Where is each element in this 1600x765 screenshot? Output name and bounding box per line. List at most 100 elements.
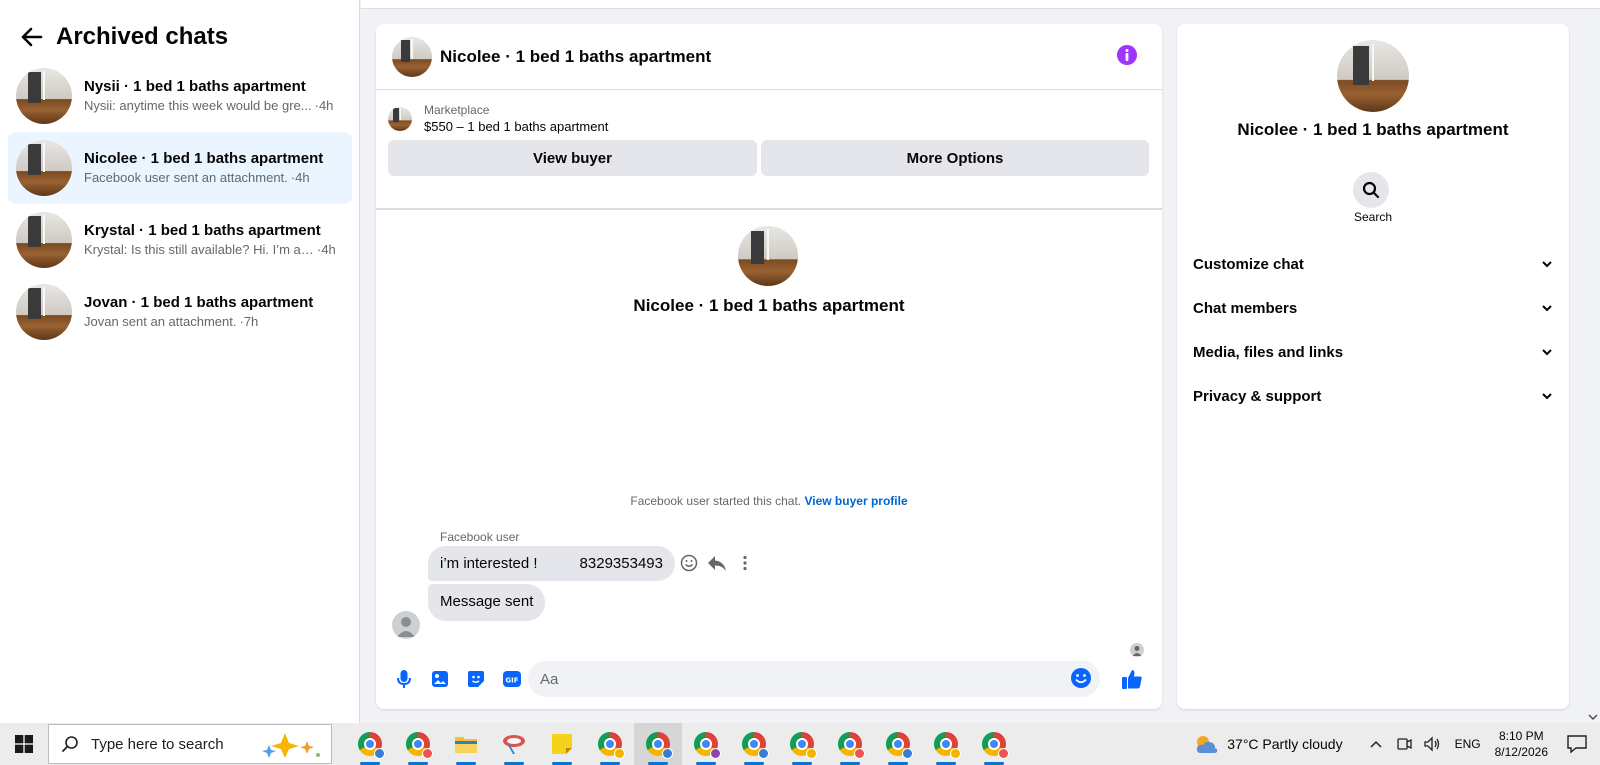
chrome-icon [982, 732, 1009, 759]
emoji-icon[interactable] [1070, 667, 1094, 691]
chat-preview: Facebook user sent an attachment. [84, 170, 288, 185]
started-text: Facebook user started this chat. [630, 494, 802, 508]
section-media-files-links[interactable]: Media, files and links [1185, 330, 1561, 374]
taskbar-chrome-app[interactable] [874, 723, 922, 765]
listing-title[interactable]: $550 – 1 bed 1 baths apartment [424, 118, 608, 135]
info-sections: Customize chat Chat members Media, files… [1185, 242, 1561, 418]
message-text: Message sent [440, 593, 534, 610]
photo-icon[interactable] [422, 661, 458, 697]
search-icon[interactable] [1353, 172, 1389, 208]
taskbar-sticky-notes[interactable] [538, 723, 586, 765]
chat-preview: Jovan sent an attachment. [84, 314, 237, 329]
weather-widget[interactable]: 37°C Partly cloudy [1193, 733, 1343, 755]
taskbar-chrome-app[interactable] [826, 723, 874, 765]
taskbar-search-placeholder: Type here to search [91, 735, 224, 753]
gif-icon[interactable]: GIF [494, 661, 530, 697]
search-icon [62, 736, 78, 752]
sender-label: Facebook user [440, 530, 520, 544]
message-bubble[interactable]: i’m interested ! 8329353493 [428, 546, 675, 581]
chrome-icon [790, 732, 817, 759]
chevron-down-icon [1542, 393, 1552, 400]
taskbar-chrome-app[interactable] [970, 723, 1018, 765]
chat-item-nicolee[interactable]: Nicolee · 1 bed 1 baths apartment Facebo… [8, 132, 352, 204]
message-phone: 8329353493 [579, 555, 663, 572]
thumbs-up-icon[interactable] [1114, 661, 1150, 697]
section-privacy-support[interactable]: Privacy & support [1185, 374, 1561, 418]
copilot-sparkle-icon [262, 733, 320, 758]
svg-text:GIF: GIF [505, 677, 518, 685]
chat-list: Nysii · 1 bed 1 baths apartment Nysii: a… [8, 60, 352, 348]
chat-name: Krystal · 1 bed 1 baths apartment [84, 222, 321, 239]
section-label: Media, files and links [1193, 343, 1344, 361]
chrome-icon [406, 732, 433, 759]
taskbar-chrome-app[interactable] [346, 723, 394, 765]
chat-info-panel: Nicolee · 1 bed 1 baths apartment Search… [1177, 24, 1569, 709]
sidebar-header: Archived chats [16, 20, 228, 54]
windows-start-icon[interactable] [0, 723, 48, 765]
system-tray: 37°C Partly cloudy ENG 8:10 PM 8/12/2026 [1193, 723, 1600, 765]
taskbar-clock[interactable]: 8:10 PM 8/12/2026 [1495, 728, 1548, 760]
windows-taskbar: Type here to search 37°C Partly cloudy E… [0, 723, 1600, 765]
conversation-avatar[interactable] [392, 36, 432, 77]
chat-avatar [16, 140, 72, 196]
chevron-down-icon [1542, 261, 1552, 268]
taskbar-app[interactable] [490, 723, 538, 765]
back-arrow-icon[interactable] [16, 21, 48, 53]
chat-started-notice: Facebook user started this chat. View bu… [376, 494, 1162, 508]
chat-item-nysii[interactable]: Nysii · 1 bed 1 baths apartment Nysii: a… [8, 60, 352, 132]
taskbar-chrome-app[interactable] [778, 723, 826, 765]
taskbar-chrome-app[interactable] [586, 723, 634, 765]
more-icon[interactable] [735, 553, 755, 573]
section-chat-members[interactable]: Chat members [1185, 286, 1561, 330]
top-border [361, 0, 1600, 9]
message-composer: GIF [376, 649, 1162, 709]
meet-now-icon[interactable] [1393, 733, 1415, 755]
chrome-icon [646, 732, 673, 759]
view-buyer-profile-link[interactable]: View buyer profile [804, 494, 907, 508]
taskbar-search-box[interactable]: Type here to search [48, 724, 332, 764]
chrome-icon [838, 732, 865, 759]
taskbar-apps [346, 723, 1018, 765]
listing-thumbnail[interactable] [388, 106, 412, 131]
reply-icon[interactable] [707, 553, 727, 573]
chat-avatar [16, 212, 72, 268]
chat-item-krystal[interactable]: Krystal · 1 bed 1 baths apartment Krysta… [8, 204, 352, 276]
chat-preview: Nysii: anytime this week would be gre... [84, 98, 312, 113]
archived-chats-sidebar: Archived chats Nysii · 1 bed 1 baths apa… [0, 0, 360, 723]
language-indicator[interactable]: ENG [1455, 737, 1481, 751]
chrome-icon [934, 732, 961, 759]
chrome-icon [358, 732, 385, 759]
taskbar-chrome-app[interactable] [730, 723, 778, 765]
chrome-icon [742, 732, 769, 759]
react-icon[interactable] [679, 553, 699, 573]
microphone-icon[interactable] [386, 661, 422, 697]
view-buyer-button[interactable]: View buyer [388, 140, 757, 176]
section-label: Customize chat [1193, 255, 1304, 273]
clock-date: 8/12/2026 [1494, 745, 1548, 759]
taskbar-chrome-app[interactable] [682, 723, 730, 765]
profile-avatar[interactable] [1337, 40, 1409, 112]
chat-time: ·4h [314, 98, 334, 113]
conversation-title[interactable]: Nicolee · 1 bed 1 baths apartment [440, 47, 711, 67]
taskbar-chrome-app-active[interactable] [634, 723, 682, 765]
scroll-down-arrow-icon[interactable] [1588, 713, 1598, 721]
notification-icon[interactable] [1566, 733, 1588, 755]
sticky-notes-icon [552, 734, 572, 754]
taskbar-file-explorer[interactable] [442, 723, 490, 765]
chat-item-jovan[interactable]: Jovan · 1 bed 1 baths apartment Jovan se… [8, 276, 352, 348]
sender-avatar[interactable] [392, 611, 420, 639]
info-icon[interactable] [1116, 44, 1138, 66]
section-label: Privacy & support [1193, 387, 1322, 405]
chat-avatar [16, 68, 72, 124]
chat-time: ·4h [290, 170, 310, 185]
sticker-icon[interactable] [458, 661, 494, 697]
taskbar-chrome-app[interactable] [922, 723, 970, 765]
chevron-up-icon[interactable] [1365, 733, 1387, 755]
chat-name: Nicolee · 1 bed 1 baths apartment [84, 150, 324, 167]
taskbar-chrome-app[interactable] [394, 723, 442, 765]
more-options-button[interactable]: More Options [761, 140, 1149, 176]
profile-name: Nicolee · 1 bed 1 baths apartment [1237, 120, 1509, 139]
section-customize-chat[interactable]: Customize chat [1185, 242, 1561, 286]
message-input[interactable] [540, 670, 1040, 688]
volume-icon[interactable] [1421, 733, 1443, 755]
